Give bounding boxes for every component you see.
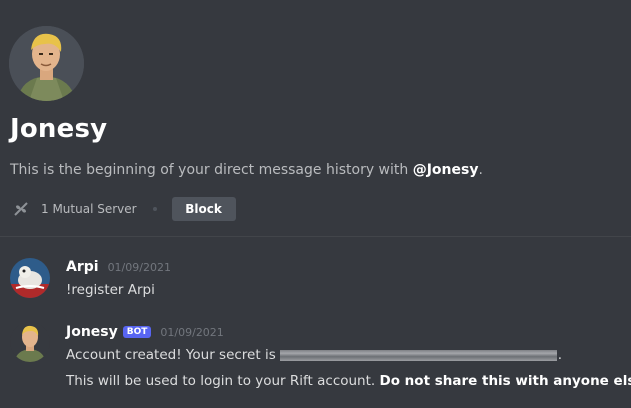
jonesy-avatar-image <box>9 26 84 101</box>
intro-end: . <box>478 162 483 178</box>
message-header: Jonesy BOT 01/09/2021 <box>66 324 224 340</box>
message-username[interactable]: Arpi <box>66 259 99 275</box>
login-info-text: This will be used to login to your Rift … <box>66 373 380 389</box>
dm-intro-text: This is the beginning of your direct mes… <box>10 162 483 178</box>
intro-text: This is the beginning of your direct mes… <box>10 162 413 178</box>
warning-text: Do not share this with anyone else! <box>379 373 631 389</box>
message-header: Arpi 01/09/2021 <box>66 259 171 275</box>
message-timestamp: 01/09/2021 <box>160 326 224 339</box>
line-end: . <box>557 347 563 363</box>
message-content: Account created! Your secret is. <box>66 347 562 363</box>
message-avatar[interactable] <box>10 258 50 298</box>
block-button[interactable]: Block <box>171 197 236 221</box>
mutual-servers-link[interactable]: 1 Mutual Server <box>41 202 137 216</box>
message-avatar[interactable] <box>10 322 50 362</box>
account-created-text: Account created! Your secret is <box>66 347 276 363</box>
message-content: !register Arpi <box>66 282 155 298</box>
message-username[interactable]: Jonesy <box>66 324 118 340</box>
message-timestamp: 01/09/2021 <box>107 261 171 274</box>
mutual-server-row: 1 Mutual Server Block <box>12 197 236 221</box>
divider <box>0 236 631 237</box>
bot-badge: BOT <box>122 326 152 338</box>
profile-name: Jonesy <box>10 114 108 144</box>
profile-avatar[interactable] <box>9 26 84 101</box>
server-icon[interactable] <box>12 200 30 218</box>
separator-dot <box>152 207 157 211</box>
jonesy-small-avatar-image <box>10 322 50 362</box>
redacted-secret <box>279 349 557 361</box>
arpi-avatar-image <box>10 258 50 298</box>
message-content: This will be used to login to your Rift … <box>66 373 631 389</box>
user-mention[interactable]: @Jonesy <box>413 162 479 178</box>
